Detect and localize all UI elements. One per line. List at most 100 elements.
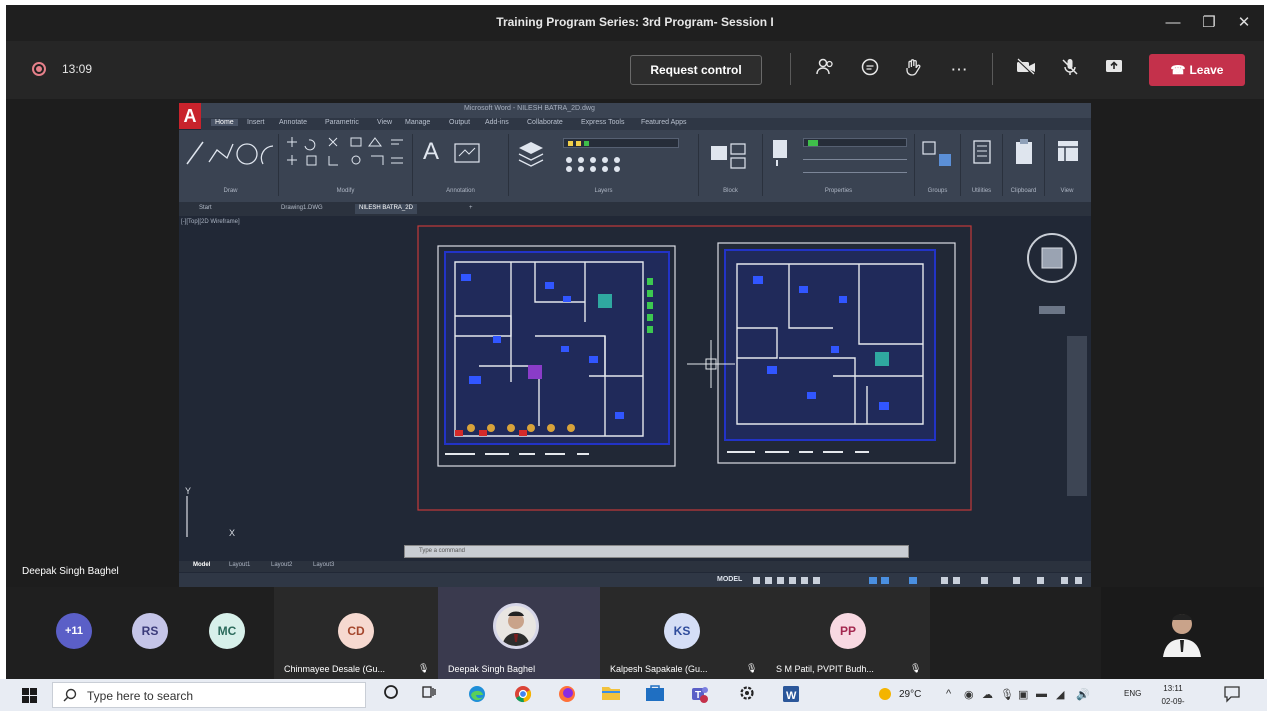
- group-icon[interactable]: [921, 140, 955, 170]
- network-wifi-icon[interactable]: ◢: [1056, 688, 1064, 701]
- file-tab-start[interactable]: Start: [195, 204, 216, 214]
- draw-tools-icon[interactable]: [183, 134, 277, 174]
- clipboard-icon[interactable]: [1015, 139, 1033, 165]
- ribbon-group-modify: Modify: [279, 134, 413, 196]
- ribbon-tab-home[interactable]: Home: [211, 119, 238, 126]
- linetype-dropdown[interactable]: [803, 152, 907, 160]
- volume-icon[interactable]: 🔊: [1076, 688, 1090, 701]
- show-hidden-icons-chevron-icon[interactable]: ^: [946, 688, 951, 700]
- task-view-icon[interactable]: [418, 684, 440, 706]
- camera-off-icon[interactable]: [1013, 57, 1039, 83]
- share-screen-icon[interactable]: [1101, 57, 1127, 83]
- ribbon-tab-express-tools[interactable]: Express Tools: [581, 119, 624, 126]
- layer-dropdown[interactable]: [563, 138, 679, 148]
- windows-start-icon[interactable]: [22, 688, 37, 703]
- text-tool-icon[interactable]: A: [423, 138, 439, 166]
- cad-drawing-viewport[interactable]: [-][Top][2D Wireframe] Y X: [179, 216, 1091, 537]
- edge-browser-icon[interactable]: [466, 684, 488, 706]
- layout-tab-layout2[interactable]: Layout2: [271, 562, 292, 568]
- insert-block-icon[interactable]: [707, 138, 751, 172]
- word-icon[interactable]: W: [780, 684, 802, 706]
- ribbon-tab-collaborate[interactable]: Collaborate: [527, 119, 563, 126]
- minimize-button[interactable]: —: [1158, 11, 1188, 35]
- participant-tile[interactable]: CD Chinmayee Desale (Gu... 🎙: [274, 587, 438, 679]
- windows-taskbar: Type here to search T W 29°C ^ ◉ ☁ 🎙 ▣ ▬…: [0, 679, 1267, 711]
- self-video-tile[interactable]: [1101, 587, 1264, 679]
- layer-tools-icon[interactable]: [563, 154, 673, 174]
- ribbon-tab-annotate[interactable]: Annotate: [279, 119, 307, 126]
- notification-center-icon[interactable]: [1222, 685, 1242, 705]
- toolbar-divider: [790, 53, 791, 85]
- participant-tile[interactable]: PP S M Patil, PVPIT Budh... 🎙: [766, 587, 930, 679]
- meeting-controls-bar: 13:09 Request control ⋯ ☎ Leave: [6, 41, 1264, 99]
- file-explorer-icon[interactable]: [600, 684, 622, 706]
- file-tab-nilesh-batra[interactable]: NILESH BATRA_2D: [355, 204, 417, 214]
- ribbon-tab-featured-apps[interactable]: Featured Apps: [641, 119, 687, 126]
- weather-temperature[interactable]: 29°C: [899, 689, 921, 700]
- leave-button[interactable]: ☎ Leave: [1149, 54, 1245, 86]
- mic-muted-icon[interactable]: [1057, 57, 1083, 83]
- participant-avatar[interactable]: MC: [209, 613, 245, 649]
- maximize-button[interactable]: ❐: [1194, 11, 1224, 35]
- tray-meet-now-icon[interactable]: ▣: [1018, 688, 1028, 701]
- request-control-button[interactable]: Request control: [630, 55, 762, 85]
- participant-avatar[interactable]: RS: [132, 613, 168, 649]
- new-tab-icon[interactable]: +: [465, 204, 477, 214]
- more-participants-badge[interactable]: +11: [56, 613, 92, 649]
- dimension-tool-icon[interactable]: [453, 142, 481, 166]
- firefox-icon[interactable]: [556, 684, 578, 706]
- search-placeholder: Type here to search: [87, 689, 194, 703]
- ribbon-tab-parametric[interactable]: Parametric: [325, 119, 359, 126]
- battery-icon[interactable]: ▬: [1036, 688, 1047, 700]
- command-placeholder: Type a command: [419, 548, 466, 554]
- mail-store-icon[interactable]: [644, 684, 666, 706]
- ribbon-tab-insert[interactable]: Insert: [247, 119, 265, 126]
- cad-status-bar: MODEL: [179, 573, 1091, 587]
- svg-text:W: W: [786, 690, 797, 702]
- chrome-icon[interactable]: [512, 684, 534, 706]
- taskbar-search-box[interactable]: Type here to search: [52, 682, 366, 708]
- participants-icon[interactable]: [812, 57, 838, 83]
- color-dropdown[interactable]: [803, 138, 907, 147]
- ribbon-tab-output[interactable]: Output: [449, 119, 470, 126]
- participant-tile-speaking[interactable]: Deepak Singh Baghel: [438, 587, 600, 679]
- more-actions-icon[interactable]: ⋯: [946, 57, 972, 83]
- model-space-toggle[interactable]: MODEL: [717, 576, 742, 583]
- modify-tools-icon[interactable]: [279, 134, 409, 178]
- raise-hand-icon[interactable]: [900, 57, 926, 83]
- lineweight-dropdown[interactable]: [803, 165, 907, 173]
- command-line-input[interactable]: Type a command: [404, 545, 909, 558]
- chat-icon[interactable]: [857, 57, 883, 83]
- mic-icon: 🎙: [418, 663, 430, 673]
- utilities-icon[interactable]: [973, 140, 991, 164]
- participant-tile[interactable]: KS Kalpesh Sapakale (Gu... 🎙: [600, 587, 766, 679]
- ribbon-group-label: Block: [723, 188, 738, 194]
- cortana-icon[interactable]: [380, 684, 402, 706]
- status-tools-icon[interactable]: [751, 575, 1087, 586]
- autocad-logo-icon[interactable]: A: [179, 103, 201, 129]
- layout-tab-layout1[interactable]: Layout1: [229, 562, 250, 568]
- ribbon-tab-view[interactable]: View: [377, 119, 392, 126]
- ribbon-group-label: Layers: [594, 188, 613, 194]
- tray-microphone-icon[interactable]: 🎙: [1000, 688, 1014, 701]
- input-language[interactable]: ENG: [1124, 689, 1141, 698]
- ribbon-tab-addins[interactable]: Add-ins: [485, 119, 509, 126]
- autocad-window: Microsoft Word - NILESH BATRA_2D.dwg A H…: [179, 103, 1091, 587]
- mic-icon: 🎙: [746, 663, 758, 673]
- settings-icon[interactable]: [736, 684, 758, 706]
- file-tab-drawing1[interactable]: Drawing1.DWG: [277, 204, 327, 214]
- weather-sun-icon[interactable]: [874, 685, 896, 707]
- teams-icon[interactable]: T: [688, 684, 710, 706]
- view-icon[interactable]: [1057, 140, 1079, 162]
- ribbon-tab-manage[interactable]: Manage: [405, 119, 430, 126]
- participant-photo-avatar: [493, 603, 539, 649]
- tray-cloud-icon[interactable]: ☁: [982, 688, 993, 701]
- layer-properties-icon[interactable]: [517, 138, 545, 168]
- layout-tab-model[interactable]: Model: [193, 562, 210, 568]
- taskbar-clock[interactable]: 13:11 02-09-2021: [1155, 682, 1191, 711]
- tray-app-icon[interactable]: ◉: [964, 688, 974, 701]
- layout-tab-layout3[interactable]: Layout3: [313, 562, 334, 568]
- leave-label: Leave: [1189, 63, 1224, 77]
- match-properties-icon[interactable]: [769, 138, 795, 168]
- close-button[interactable]: ✕: [1229, 11, 1259, 35]
